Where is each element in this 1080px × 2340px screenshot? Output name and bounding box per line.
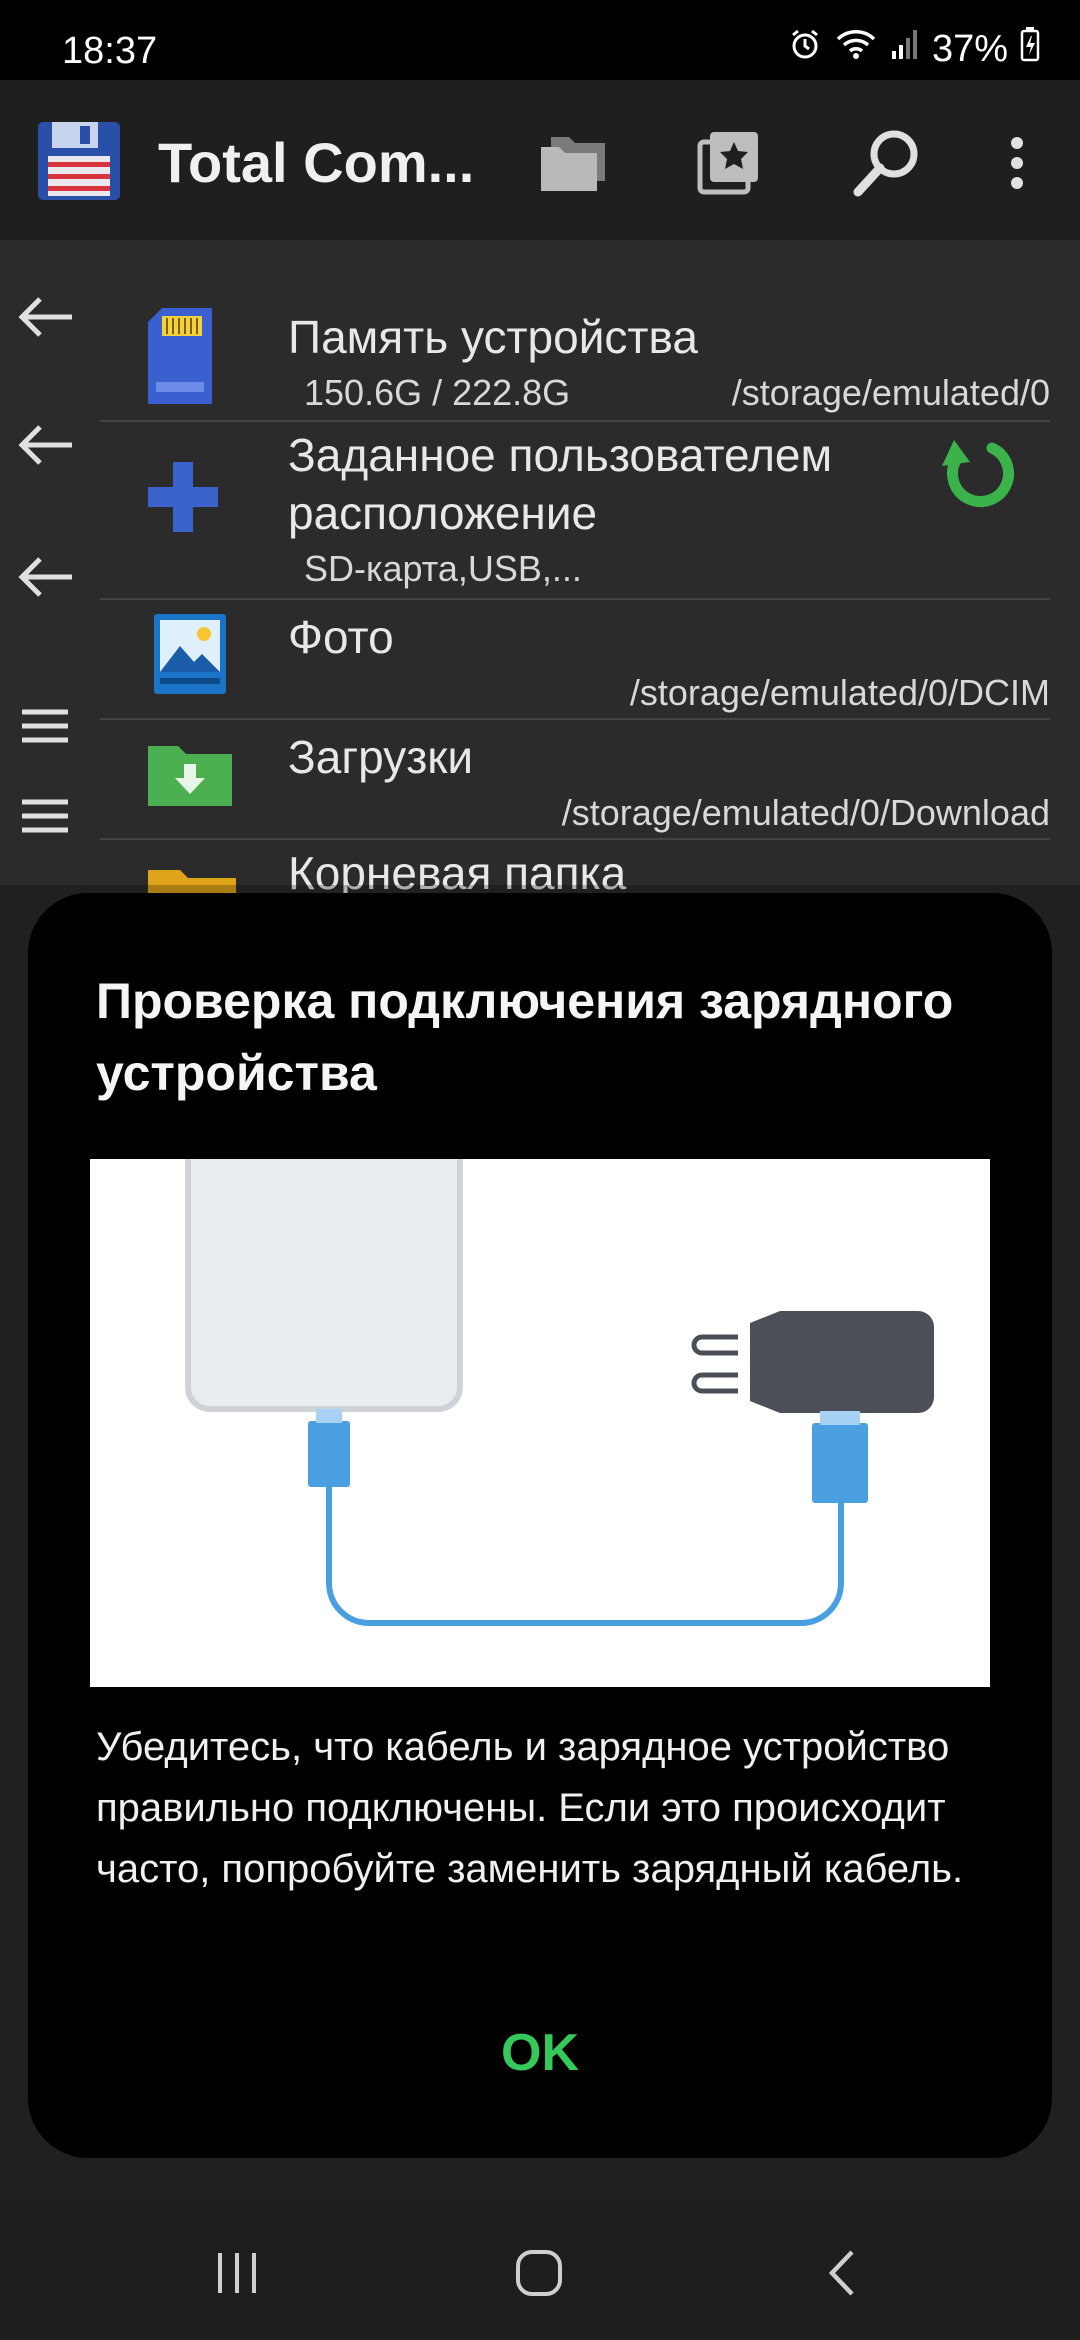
home-icon [516,2250,562,2296]
bookmark-star-icon [697,132,758,195]
status-time: 18:37 [62,30,158,72]
sd-card-icon [148,308,212,404]
location-title-line2: расположение [288,487,598,539]
signal-icon [890,27,920,71]
dialog-title: Проверка подключения зарядного устройств… [96,973,954,1101]
location-title: Загрузки [288,731,474,783]
battery-percent: 37% [931,27,1008,70]
photo-gallery-icon [154,614,226,694]
charger-check-dialog: Проверка подключения зарядного устройств… [28,893,1052,2158]
usb-cable-icon [308,1409,868,1626]
folders-icon [541,137,605,191]
app-title: Total Com... [158,131,475,194]
dialog-message: Убедитесь, что кабель и зарядное устройс… [96,1725,964,1891]
charger-adapter-icon [691,1311,934,1413]
download-folder-icon [148,746,232,806]
search-button[interactable] [842,118,932,208]
location-path: /storage/emulated/0/Download [561,792,1050,833]
list-item-downloads[interactable]: Загрузки /storage/emulated/0/Download [100,720,1050,840]
recent-apps-icon [218,2253,256,2293]
wifi-icon [834,27,878,71]
storage-size: 150.6G / 222.8G [304,372,571,413]
more-options-button[interactable] [972,118,1062,208]
recent-apps-button[interactable] [192,2233,282,2313]
location-title: Память устройства [288,311,698,363]
list-item-user-location[interactable]: Заданное пользователем расположение SD-к… [100,422,1050,600]
status-bar: 18:37 37% [0,0,1080,80]
battery-charging-icon [1020,26,1040,72]
plus-icon [148,462,218,532]
more-vertical-icon [1011,137,1023,189]
menu-lines-icon[interactable] [20,796,70,836]
location-title: Фото [288,611,394,663]
search-icon [853,130,918,197]
folders-button[interactable] [528,118,618,208]
ok-button[interactable]: OK [440,2013,640,2093]
location-subtitle: SD-карта,USB,... [304,548,582,589]
location-path: /storage/emulated/0 [731,372,1050,413]
home-button[interactable] [494,2233,584,2313]
app-toolbar: Total Com... [0,80,1080,240]
arrow-left-icon[interactable] [14,292,78,342]
list-item-photos[interactable]: Фото /storage/emulated/0/DCIM [100,600,1050,720]
back-button[interactable] [796,2233,886,2313]
location-title-line1: Заданное пользователем [288,429,833,481]
charger-illustration [90,1159,990,1687]
list-item-device-storage[interactable]: Память устройства 150.6G / 222.8G /stora… [100,300,1050,422]
back-chevron-icon [828,2250,854,2296]
menu-lines-icon[interactable] [20,706,70,746]
alarm-icon [788,27,822,71]
system-nav-bar [0,2205,1080,2340]
bookmarks-button[interactable] [684,118,774,208]
location-path: /storage/emulated/0/DCIM [629,672,1050,713]
phone-icon [185,1159,463,1412]
arrow-left-icon[interactable] [14,420,78,470]
app-logo-floppy-icon [38,122,120,205]
arrow-left-icon[interactable] [14,552,78,602]
refresh-icon[interactable] [942,436,1020,510]
